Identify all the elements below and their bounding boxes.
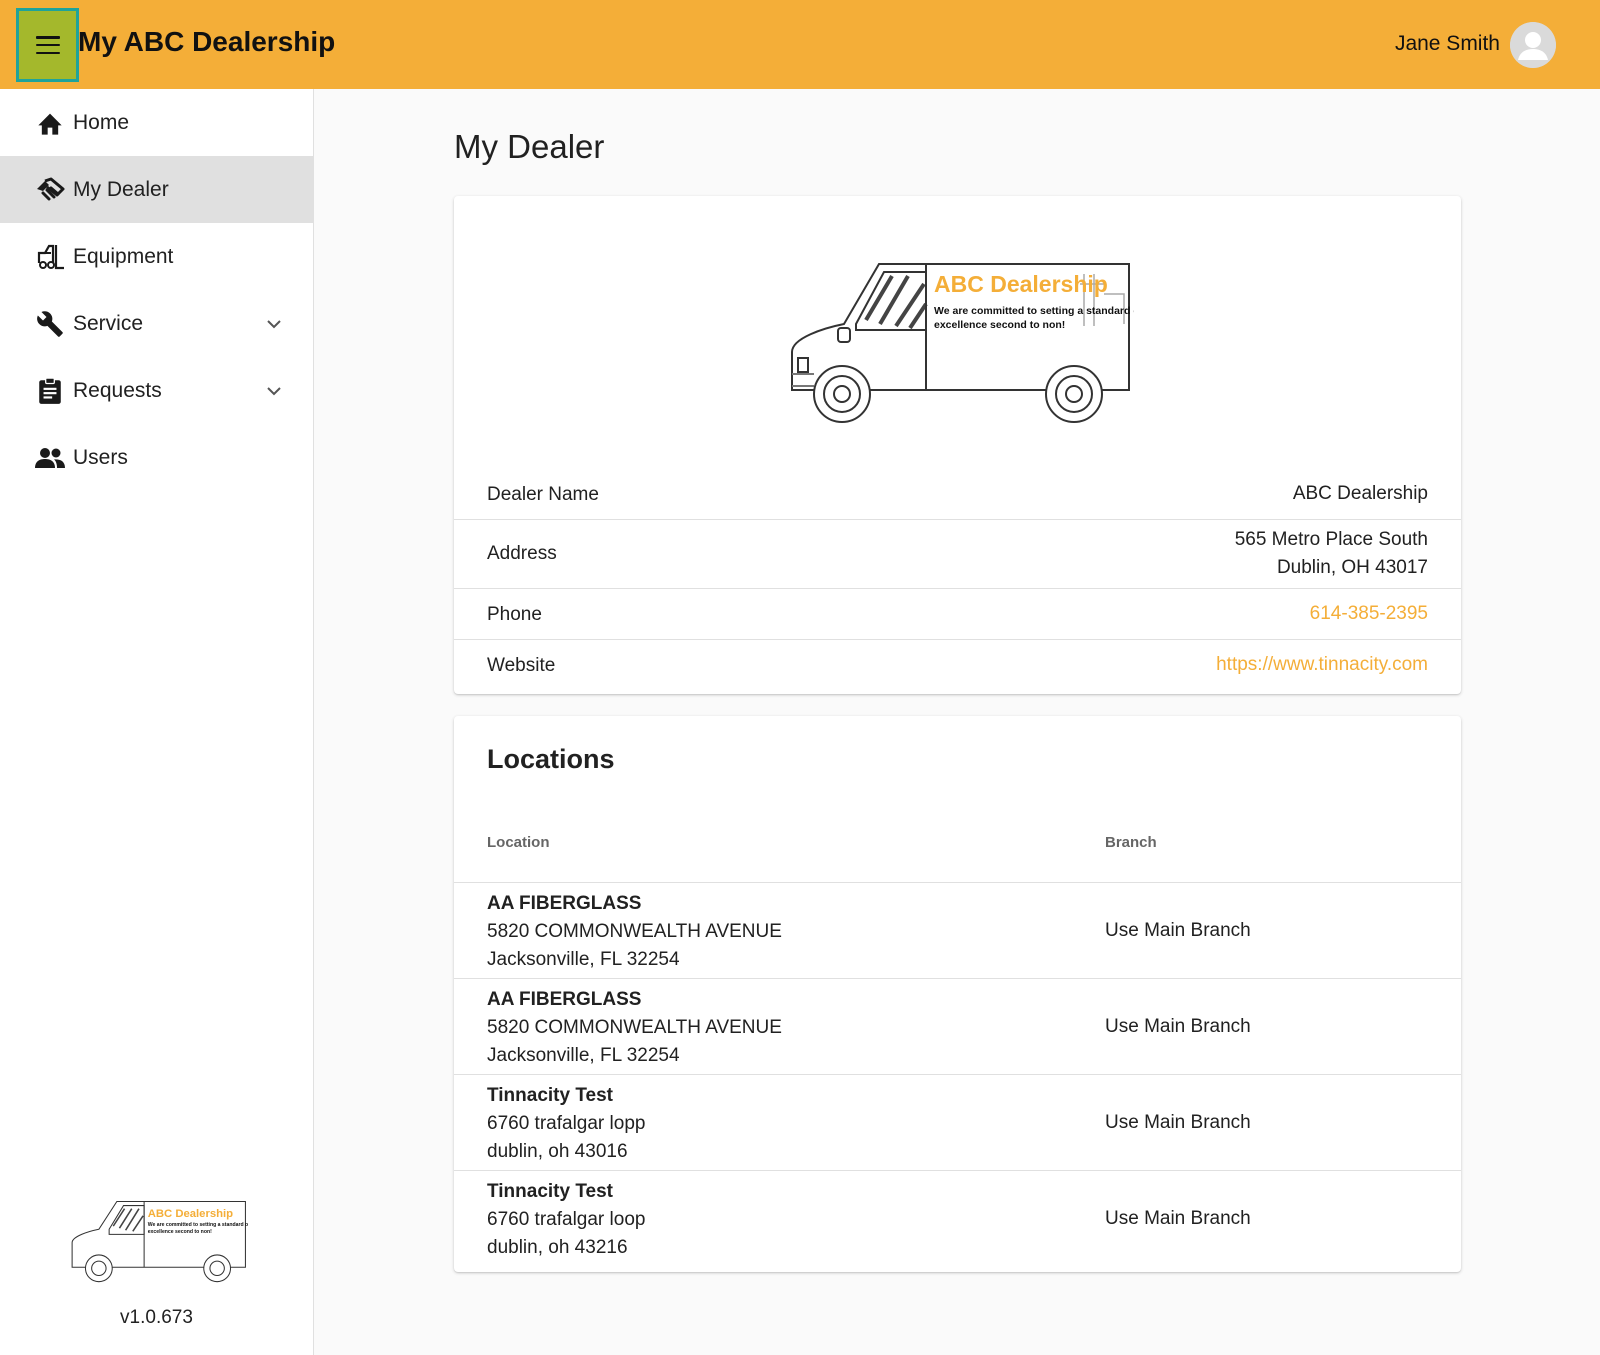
logo-brand: ABC Dealership xyxy=(148,1208,233,1220)
column-header-branch[interactable]: Branch xyxy=(1105,834,1157,851)
location-city: Jacksonville, FL 32254 xyxy=(487,1045,680,1066)
column-header-location[interactable]: Location xyxy=(487,834,550,851)
sidebar-item-label: Equipment xyxy=(73,244,174,268)
branch-cell: Use Main Branch xyxy=(1105,920,1251,941)
table-row[interactable]: Tinnacity Test 6760 trafalgar lopp dubli… xyxy=(454,1075,1461,1171)
account-circle-icon[interactable] xyxy=(1510,22,1556,68)
location-cell: Tinnacity Test 6760 trafalgar lopp dubli… xyxy=(487,1082,645,1166)
location-cell: Tinnacity Test 6760 trafalgar loop dubli… xyxy=(487,1178,645,1262)
branch-cell: Use Main Branch xyxy=(1105,1208,1251,1229)
table-row[interactable]: AA FIBERGLASS 5820 COMMONWEALTH AVENUE J… xyxy=(454,979,1461,1075)
phone-label: Phone xyxy=(487,604,542,625)
app-bar: My ABC Dealership Jane Smith xyxy=(0,0,1600,89)
location-street: 5820 COMMONWEALTH AVENUE xyxy=(487,921,782,942)
website-label: Website xyxy=(487,655,556,676)
logo-tagline-line1: We are committed to setting a standard o… xyxy=(148,1222,248,1228)
logo-tagline-line1: We are committed to setting a standard o… xyxy=(934,305,1134,317)
locations-title: Locations xyxy=(487,744,615,774)
user-name[interactable]: Jane Smith xyxy=(1395,32,1500,56)
page-title: My Dealer xyxy=(454,128,605,165)
branch-cell: Use Main Branch xyxy=(1105,1112,1251,1133)
sidebar: Home My Dealer Equipment Service Request… xyxy=(0,89,314,1355)
location-cell: AA FIBERGLASS 5820 COMMONWEALTH AVENUE J… xyxy=(487,890,782,974)
menu-icon xyxy=(35,36,60,54)
location-name: AA FIBERGLASS xyxy=(487,989,642,1010)
location-street: 5820 COMMONWEALTH AVENUE xyxy=(487,1017,782,1038)
dealer-card: ABC Dealership We are committed to setti… xyxy=(454,196,1461,694)
app-version: v1.0.673 xyxy=(120,1307,193,1328)
location-city: dublin, oh 43216 xyxy=(487,1237,628,1258)
location-city: Jacksonville, FL 32254 xyxy=(487,949,680,970)
location-cell: AA FIBERGLASS 5820 COMMONWEALTH AVENUE J… xyxy=(487,986,782,1070)
sidebar-item-label: My Dealer xyxy=(73,177,169,201)
table-row[interactable]: Tinnacity Test 6760 trafalgar loop dubli… xyxy=(454,1171,1461,1267)
logo-tagline-line2: excellence second to non! xyxy=(148,1229,212,1235)
dealer-logo-large: ABC Dealership We are committed to setti… xyxy=(784,254,1144,424)
sidebar-item-my-dealer[interactable]: My Dealer xyxy=(0,156,313,223)
wrench-icon xyxy=(35,309,65,339)
location-street: 6760 trafalgar lopp xyxy=(487,1113,646,1134)
chevron-down-icon[interactable] xyxy=(264,381,284,401)
home-icon xyxy=(35,108,65,138)
logo-brand: ABC Dealership xyxy=(934,271,1108,297)
location-name: AA FIBERGLASS xyxy=(487,893,642,914)
handshake-icon xyxy=(35,175,65,205)
sidebar-item-label: Users xyxy=(73,445,128,469)
branch-cell: Use Main Branch xyxy=(1105,1016,1251,1037)
sidebar-item-label: Service xyxy=(73,311,144,335)
dealer-name-label: Dealer Name xyxy=(487,484,599,505)
location-street: 6760 trafalgar loop xyxy=(487,1209,646,1230)
address-line1: 565 Metro Place South xyxy=(1234,529,1428,550)
location-city: dublin, oh 43016 xyxy=(487,1141,628,1162)
logo-tagline-line2: excellence second to non! xyxy=(934,319,1065,331)
table-row[interactable]: AA FIBERGLASS 5820 COMMONWEALTH AVENUE J… xyxy=(454,883,1461,979)
location-name: Tinnacity Test xyxy=(487,1181,613,1202)
phone-link[interactable]: 614-385-2395 xyxy=(1310,600,1428,628)
address-label: Address xyxy=(487,543,557,564)
address-row: Address 565 Metro Place South Dublin, OH… xyxy=(454,520,1461,589)
sidebar-item-label: Home xyxy=(73,110,130,134)
phone-row: Phone 614-385-2395 xyxy=(454,589,1461,640)
chevron-down-icon[interactable] xyxy=(264,314,284,334)
app-title: My ABC Dealership xyxy=(78,26,336,57)
address-value: 565 Metro Place South Dublin, OH 43017 xyxy=(1235,526,1428,582)
sidebar-item-users[interactable]: Users xyxy=(0,424,313,491)
dealer-name-value: ABC Dealership xyxy=(1292,483,1428,504)
forklift-icon xyxy=(35,242,65,272)
sidebar-item-equipment[interactable]: Equipment xyxy=(0,223,313,290)
locations-card: Locations Location Branch AA FIBERGLASS … xyxy=(454,716,1461,1272)
sidebar-item-requests[interactable]: Requests xyxy=(0,357,313,424)
sidebar-item-service[interactable]: Service xyxy=(0,290,313,357)
dealer-name-row: Dealer Name ABC Dealership xyxy=(454,466,1461,520)
clipboard-icon xyxy=(35,376,65,406)
address-line2: Dublin, OH 43017 xyxy=(1276,557,1428,578)
website-link[interactable]: https://www.tinnacity.com xyxy=(1216,651,1428,679)
location-name: Tinnacity Test xyxy=(487,1085,613,1106)
website-row: Website https://www.tinnacity.com xyxy=(454,640,1461,694)
sidebar-item-home[interactable]: Home xyxy=(0,89,313,156)
dealer-logo: ABC Dealership We are committed to setti… xyxy=(68,1194,250,1284)
menu-button[interactable] xyxy=(16,8,79,82)
sidebar-item-label: Requests xyxy=(73,378,162,402)
users-icon xyxy=(35,443,65,473)
